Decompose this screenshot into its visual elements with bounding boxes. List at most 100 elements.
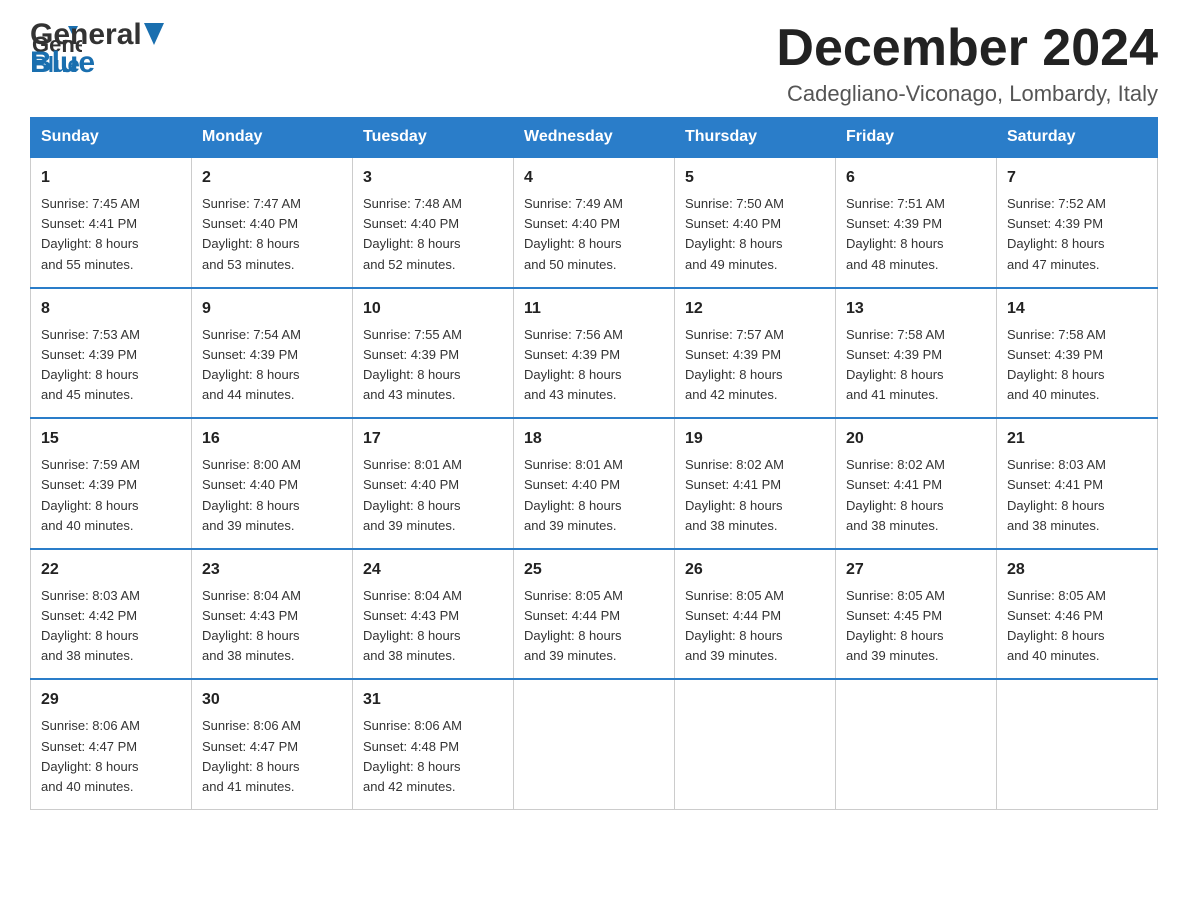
day-number: 10 [363,297,503,321]
calendar-week-row: 15 Sunrise: 7:59 AMSunset: 4:39 PMDayligh… [31,418,1158,549]
day-number: 21 [1007,427,1147,451]
calendar-cell: 18 Sunrise: 8:01 AMSunset: 4:40 PMDayligh… [514,418,675,549]
calendar-cell: 8 Sunrise: 7:53 AMSunset: 4:39 PMDaylight… [31,288,192,419]
day-number: 5 [685,166,825,190]
day-number: 16 [202,427,342,451]
day-info: Sunrise: 8:02 AMSunset: 4:41 PMDaylight:… [685,455,825,536]
day-info: Sunrise: 8:06 AMSunset: 4:47 PMDaylight:… [41,716,181,797]
calendar-cell: 11 Sunrise: 7:56 AMSunset: 4:39 PMDayligh… [514,288,675,419]
calendar-cell: 22 Sunrise: 8:03 AMSunset: 4:42 PMDayligh… [31,549,192,680]
weekday-header-monday: Monday [192,118,353,158]
calendar-week-row: 22 Sunrise: 8:03 AMSunset: 4:42 PMDayligh… [31,549,1158,680]
day-info: Sunrise: 7:47 AMSunset: 4:40 PMDaylight:… [202,194,342,275]
calendar-cell: 10 Sunrise: 7:55 AMSunset: 4:39 PMDayligh… [353,288,514,419]
title-block: December 2024 Cadegliano-Viconago, Lomba… [776,20,1158,107]
day-number: 14 [1007,297,1147,321]
calendar-cell: 28Sunrise: 8:05 AMSunset: 4:46 PMDayligh… [997,549,1158,680]
weekday-header-friday: Friday [836,118,997,158]
day-number: 23 [202,558,342,582]
day-info: Sunrise: 7:49 AMSunset: 4:40 PMDaylight:… [524,194,664,275]
day-info: Sunrise: 7:52 AMSunset: 4:39 PMDaylight:… [1007,194,1147,275]
day-number: 13 [846,297,986,321]
calendar-cell: 17Sunrise: 8:01 AMSunset: 4:40 PMDayligh… [353,418,514,549]
calendar-cell: 23 Sunrise: 8:04 AMSunset: 4:43 PMDayligh… [192,549,353,680]
page-header: General Blue General Blue December 2024 … [30,20,1158,107]
calendar-cell: 5Sunrise: 7:50 AMSunset: 4:40 PMDaylight… [675,157,836,288]
weekday-header-saturday: Saturday [997,118,1158,158]
day-number: 19 [685,427,825,451]
logo-block: General Blue [30,20,164,80]
day-number: 3 [363,166,503,190]
day-info: Sunrise: 8:06 AMSunset: 4:47 PMDaylight:… [202,716,342,797]
calendar-cell: 20Sunrise: 8:02 AMSunset: 4:41 PMDayligh… [836,418,997,549]
day-number: 8 [41,297,181,321]
calendar-cell: 16Sunrise: 8:00 AMSunset: 4:40 PMDayligh… [192,418,353,549]
day-number: 30 [202,688,342,712]
day-number: 22 [41,558,181,582]
day-number: 18 [524,427,664,451]
day-number: 12 [685,297,825,321]
day-info: Sunrise: 7:56 AMSunset: 4:39 PMDaylight:… [524,325,664,406]
calendar-cell: 13 Sunrise: 7:58 AMSunset: 4:39 PMDayligh… [836,288,997,419]
calendar-cell: 24 Sunrise: 8:04 AMSunset: 4:43 PMDayligh… [353,549,514,680]
calendar-cell: 19 Sunrise: 8:02 AMSunset: 4:41 PMDayligh… [675,418,836,549]
logo-blue: Blue [30,46,164,80]
calendar-cell [514,679,675,809]
calendar-cell: 14 Sunrise: 7:58 AMSunset: 4:39 PMDayligh… [997,288,1158,419]
day-number: 7 [1007,166,1147,190]
day-info: Sunrise: 7:51 AMSunset: 4:39 PMDaylight:… [846,194,986,275]
day-number: 27 [846,558,986,582]
day-number: 1 [41,166,181,190]
day-info: Sunrise: 8:01 AMSunset: 4:40 PMDaylight:… [524,455,664,536]
day-info: Sunrise: 7:59 AMSunset: 4:39 PMDaylight:… [41,455,181,536]
day-info: Sunrise: 8:03 AMSunset: 4:41 PMDaylight:… [1007,455,1147,536]
weekday-header-row: SundayMondayTuesdayWednesdayThursdayFrid… [31,118,1158,158]
calendar-cell: 25Sunrise: 8:05 AMSunset: 4:44 PMDayligh… [514,549,675,680]
day-info: Sunrise: 7:55 AMSunset: 4:39 PMDaylight:… [363,325,503,406]
day-number: 24 [363,558,503,582]
day-number: 2 [202,166,342,190]
day-number: 4 [524,166,664,190]
calendar-cell: 21 Sunrise: 8:03 AMSunset: 4:41 PMDayligh… [997,418,1158,549]
calendar-cell: 30 Sunrise: 8:06 AMSunset: 4:47 PMDayligh… [192,679,353,809]
day-number: 6 [846,166,986,190]
calendar-week-row: 8 Sunrise: 7:53 AMSunset: 4:39 PMDaylight… [31,288,1158,419]
day-info: Sunrise: 8:04 AMSunset: 4:43 PMDaylight:… [202,586,342,667]
calendar-cell [836,679,997,809]
day-info: Sunrise: 7:58 AMSunset: 4:39 PMDaylight:… [1007,325,1147,406]
day-info: Sunrise: 7:58 AMSunset: 4:39 PMDaylight:… [846,325,986,406]
calendar-cell: 27Sunrise: 8:05 AMSunset: 4:45 PMDayligh… [836,549,997,680]
day-info: Sunrise: 8:04 AMSunset: 4:43 PMDaylight:… [363,586,503,667]
day-info: Sunrise: 8:06 AMSunset: 4:48 PMDaylight:… [363,716,503,797]
calendar-cell: 7 Sunrise: 7:52 AMSunset: 4:39 PMDaylight… [997,157,1158,288]
day-number: 25 [524,558,664,582]
calendar-cell: 1Sunrise: 7:45 AMSunset: 4:41 PMDaylight… [31,157,192,288]
calendar-cell: 31Sunrise: 8:06 AMSunset: 4:48 PMDayligh… [353,679,514,809]
calendar-cell: 15 Sunrise: 7:59 AMSunset: 4:39 PMDayligh… [31,418,192,549]
calendar-cell: 9 Sunrise: 7:54 AMSunset: 4:39 PMDaylight… [192,288,353,419]
day-info: Sunrise: 7:57 AMSunset: 4:39 PMDaylight:… [685,325,825,406]
calendar-table: SundayMondayTuesdayWednesdayThursdayFrid… [30,117,1158,810]
calendar-cell: 12 Sunrise: 7:57 AMSunset: 4:39 PMDayligh… [675,288,836,419]
day-number: 17 [363,427,503,451]
day-number: 15 [41,427,181,451]
weekday-header-thursday: Thursday [675,118,836,158]
calendar-cell: 6 Sunrise: 7:51 AMSunset: 4:39 PMDaylight… [836,157,997,288]
day-info: Sunrise: 8:05 AMSunset: 4:46 PMDaylight:… [1007,586,1147,667]
day-info: Sunrise: 7:48 AMSunset: 4:40 PMDaylight:… [363,194,503,275]
calendar-cell [675,679,836,809]
day-info: Sunrise: 7:54 AMSunset: 4:39 PMDaylight:… [202,325,342,406]
weekday-header-tuesday: Tuesday [353,118,514,158]
day-info: Sunrise: 8:03 AMSunset: 4:42 PMDaylight:… [41,586,181,667]
calendar-cell: 2 Sunrise: 7:47 AMSunset: 4:40 PMDaylight… [192,157,353,288]
location-title: Cadegliano-Viconago, Lombardy, Italy [776,81,1158,107]
calendar-cell: 26Sunrise: 8:05 AMSunset: 4:44 PMDayligh… [675,549,836,680]
calendar-cell [997,679,1158,809]
weekday-header-sunday: Sunday [31,118,192,158]
day-number: 20 [846,427,986,451]
day-info: Sunrise: 8:05 AMSunset: 4:44 PMDaylight:… [685,586,825,667]
weekday-header-wednesday: Wednesday [514,118,675,158]
day-info: Sunrise: 7:53 AMSunset: 4:39 PMDaylight:… [41,325,181,406]
day-number: 11 [524,297,664,321]
day-number: 9 [202,297,342,321]
